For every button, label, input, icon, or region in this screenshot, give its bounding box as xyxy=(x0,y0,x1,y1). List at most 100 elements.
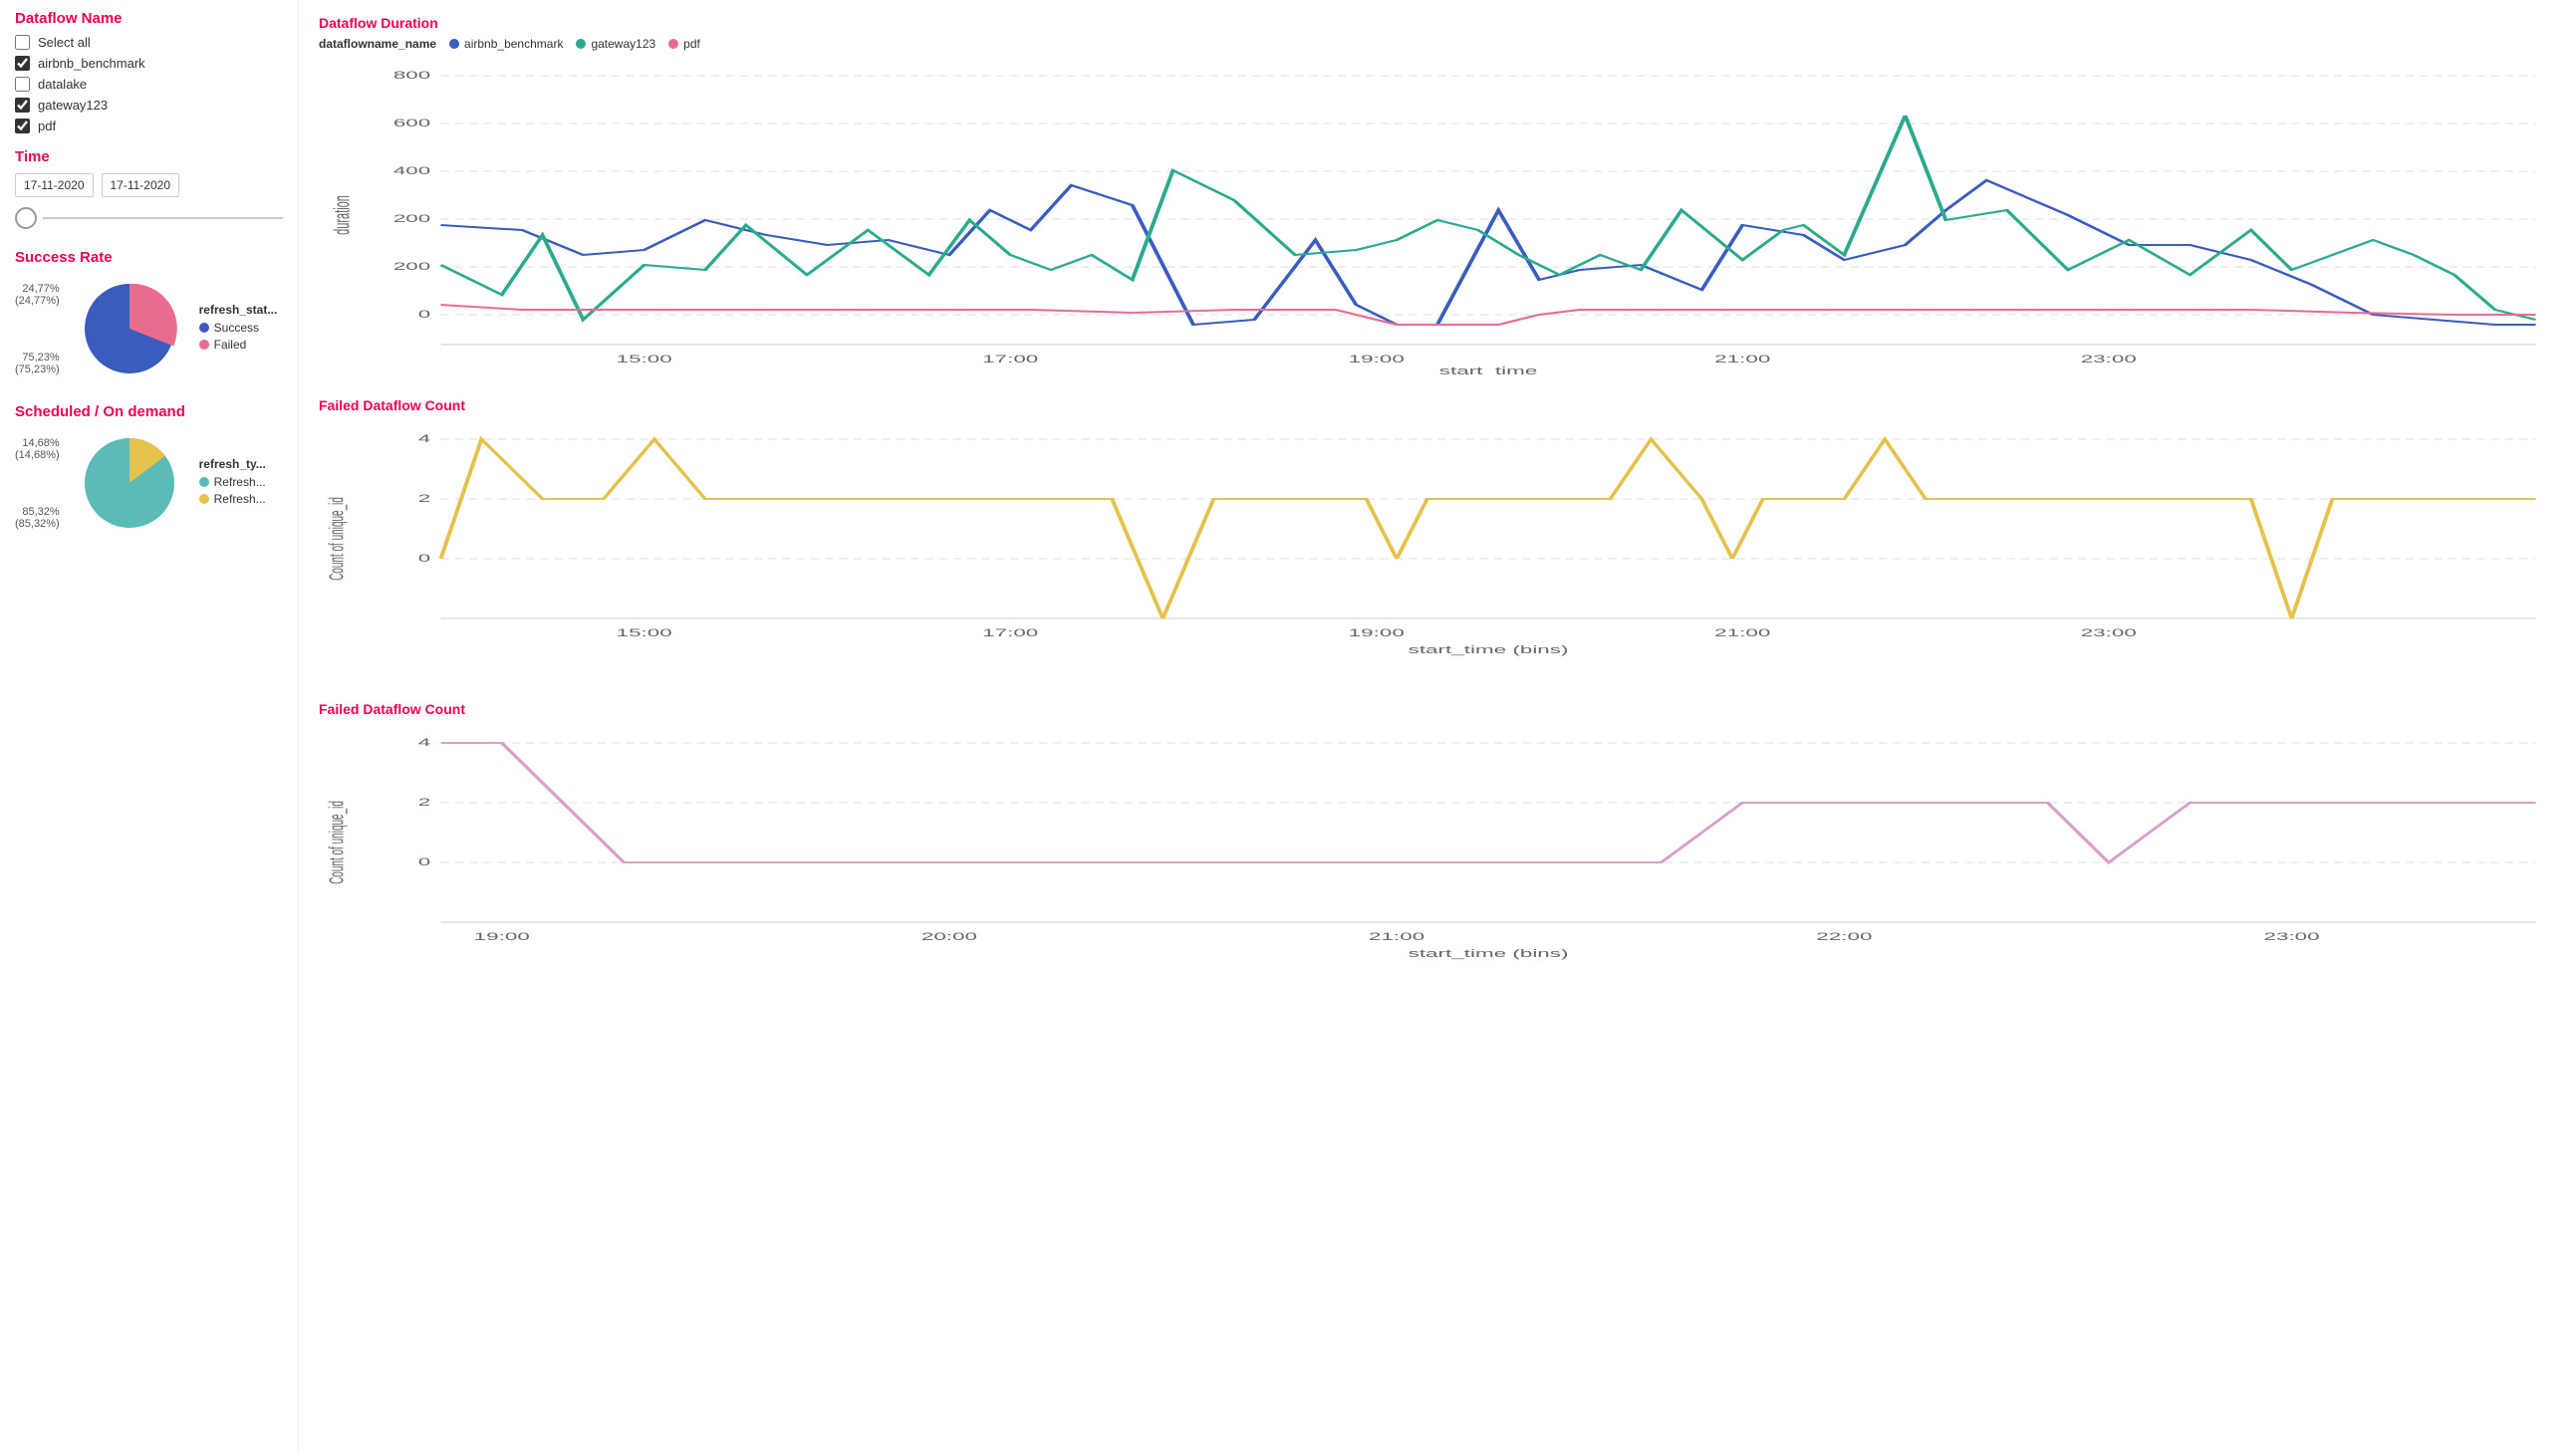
refresh2-label: Refresh... xyxy=(214,492,266,506)
select-all-item[interactable]: Select all xyxy=(15,35,283,50)
svg-text:duration: duration xyxy=(329,195,354,235)
svg-text:600: 600 xyxy=(393,117,431,128)
refresh1-label: Refresh... xyxy=(214,475,266,489)
legend-pdf: pdf xyxy=(667,37,700,51)
svg-text:23:00: 23:00 xyxy=(2081,626,2137,638)
duration-title: Dataflow Duration xyxy=(319,15,2556,31)
svg-text:23:00: 23:00 xyxy=(2081,353,2137,364)
time-slider[interactable] xyxy=(15,207,283,229)
failed-count-title: Failed Dataflow Count xyxy=(319,397,2556,413)
svg-text:2: 2 xyxy=(418,796,431,808)
scheduled-legend-refresh2: Refresh... xyxy=(199,492,266,506)
success-rate-section: Success Rate 24,77% (24,77%) 75,23% (75,… xyxy=(15,249,283,383)
svg-text:800: 800 xyxy=(393,69,431,81)
airbnb-label: airbnb_benchmark xyxy=(38,56,145,71)
svg-text:21:00: 21:00 xyxy=(1714,626,1770,638)
svg-text:4: 4 xyxy=(418,432,431,444)
date-end[interactable]: 17-11-2020 xyxy=(102,173,180,197)
failed-count-chart: 4 2 0 Count of unique_id 15:00 17:00 19:… xyxy=(319,419,2556,681)
success-rate-title: Success Rate xyxy=(15,249,283,266)
failed-legend-label: Failed xyxy=(214,338,247,352)
svg-text:start_time (bins): start_time (bins) xyxy=(1409,947,1569,960)
scheduled-pie-container: 14,68% (14,68%) 85,32% (85,32%) xyxy=(15,428,283,538)
svg-text:200: 200 xyxy=(393,260,431,272)
main-content: Dataflow Duration dataflowname_name airb… xyxy=(299,0,2576,1454)
svg-text:15:00: 15:00 xyxy=(617,353,672,364)
success-label-failed: 24,77% (24,77%) xyxy=(15,283,60,307)
airbnb-checkbox[interactable] xyxy=(15,56,30,71)
scheduled-section: Scheduled / On demand 14,68% (14,68%) 85… xyxy=(15,403,283,538)
svg-text:0: 0 xyxy=(418,308,431,320)
svg-text:start_time (bins): start_time (bins) xyxy=(1409,643,1569,656)
svg-text:4: 4 xyxy=(418,736,431,748)
failed-count2-chart-panel: Failed Dataflow Count 4 2 0 Count of un xyxy=(319,696,2556,990)
pdf-checkbox[interactable] xyxy=(15,119,30,133)
svg-text:20:00: 20:00 xyxy=(921,930,977,942)
refresh2-dot xyxy=(199,494,209,504)
success-pie-container: 24,77% (24,77%) 75,23% (75,23%) xyxy=(15,274,283,383)
svg-text:2: 2 xyxy=(418,492,431,504)
duration-chart: 800 600 400 200 200 0 duration 15:00 17:… xyxy=(319,56,2556,377)
svg-text:Count of unique_id: Count of unique_id xyxy=(326,497,349,581)
scheduled-label-small: 14,68% (14,68%) xyxy=(15,437,60,461)
slider-handle[interactable] xyxy=(15,207,37,229)
gateway-checkbox[interactable] xyxy=(15,98,30,113)
time-title: Time xyxy=(15,148,283,165)
select-all-checkbox[interactable] xyxy=(15,35,30,50)
svg-text:200: 200 xyxy=(393,212,431,224)
svg-text:0: 0 xyxy=(418,855,431,867)
svg-text:0: 0 xyxy=(418,552,431,564)
success-label-success: 75,23% (75,23%) xyxy=(15,352,60,375)
success-legend: refresh_stat... Success Failed xyxy=(199,303,278,355)
gateway-label: gateway123 xyxy=(38,98,108,113)
datalake-label: datalake xyxy=(38,77,87,92)
legend-gateway: gateway123 xyxy=(575,37,655,51)
svg-text:22:00: 22:00 xyxy=(1816,930,1872,942)
select-all-label: Select all xyxy=(38,35,91,50)
date-start[interactable]: 17-11-2020 xyxy=(15,173,94,197)
svg-text:21:00: 21:00 xyxy=(1369,930,1424,942)
dataflow-name-title: Dataflow Name xyxy=(15,10,283,27)
svg-text:Count of unique_id: Count of unique_id xyxy=(326,801,349,884)
failed-count2-chart: 4 2 0 Count of unique_id 19:00 20:00 21:… xyxy=(319,723,2556,985)
legend-airbnb: airbnb_benchmark xyxy=(448,37,563,51)
duration-chart-panel: Dataflow Duration dataflowname_name airb… xyxy=(319,10,2556,382)
refresh1-dot xyxy=(199,477,209,487)
scheduled-legend: refresh_ty... Refresh... Refresh... xyxy=(199,457,266,509)
datalake-checkbox[interactable] xyxy=(15,77,30,92)
failed-count-chart-panel: Failed Dataflow Count 4 2 0 Count of un xyxy=(319,392,2556,686)
svg-text:23:00: 23:00 xyxy=(2263,930,2319,942)
scheduled-pie-chart xyxy=(75,428,184,538)
success-pie-chart xyxy=(75,274,184,383)
scheduled-title: Scheduled / On demand xyxy=(15,403,283,420)
filter-gateway[interactable]: gateway123 xyxy=(15,98,283,113)
success-legend-title: refresh_stat... xyxy=(199,303,278,317)
svg-text:17:00: 17:00 xyxy=(982,626,1038,638)
success-legend-failed: Failed xyxy=(199,338,278,352)
time-section: Time 17-11-2020 17-11-2020 xyxy=(15,148,283,229)
svg-text:21:00: 21:00 xyxy=(1714,353,1770,364)
scheduled-label-large: 85,32% (85,32%) xyxy=(15,506,60,530)
svg-text:15:00: 15:00 xyxy=(617,626,672,638)
date-range: 17-11-2020 17-11-2020 xyxy=(15,173,283,197)
success-legend-label: Success xyxy=(214,321,259,335)
svg-text:19:00: 19:00 xyxy=(474,930,530,942)
scheduled-legend-title: refresh_ty... xyxy=(199,457,266,471)
failed-count2-title: Failed Dataflow Count xyxy=(319,701,2556,717)
filter-datalake[interactable]: datalake xyxy=(15,77,283,92)
duration-legend-row: dataflowname_name airbnb_benchmark gatew… xyxy=(319,37,2556,51)
scheduled-legend-refresh1: Refresh... xyxy=(199,475,266,489)
success-dot xyxy=(199,323,209,333)
filter-airbnb[interactable]: airbnb_benchmark xyxy=(15,56,283,71)
success-legend-success: Success xyxy=(199,321,278,335)
duration-legend-field: dataflowname_name xyxy=(319,37,436,51)
pdf-label: pdf xyxy=(38,119,56,133)
dataflow-filter-list: Select all airbnb_benchmark datalake gat… xyxy=(15,35,283,133)
failed-dot xyxy=(199,340,209,350)
slider-track xyxy=(43,217,283,219)
svg-text:400: 400 xyxy=(393,164,431,176)
svg-text:19:00: 19:00 xyxy=(1349,353,1405,364)
filter-pdf[interactable]: pdf xyxy=(15,119,283,133)
svg-text:17:00: 17:00 xyxy=(982,353,1038,364)
svg-text:19:00: 19:00 xyxy=(1349,626,1405,638)
